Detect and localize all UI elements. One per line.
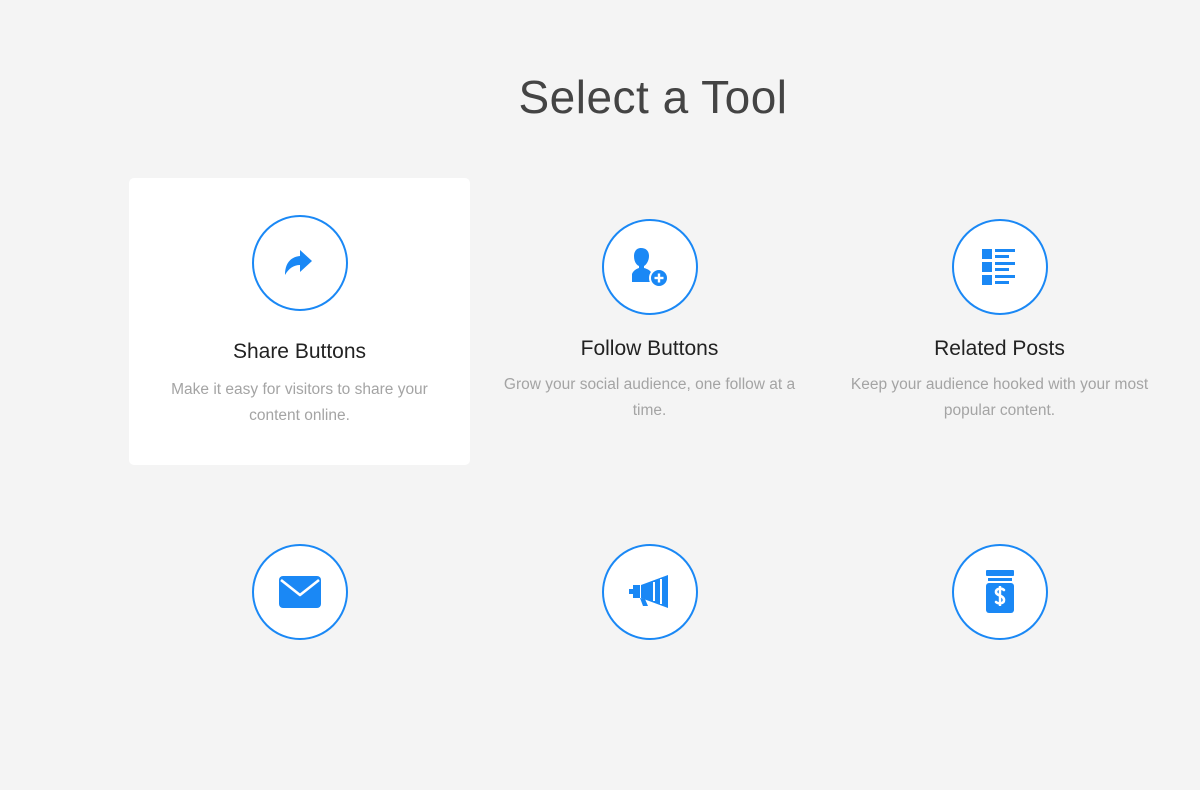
- tool-card-share-buttons[interactable]: Share Buttons Make it easy for visitors …: [129, 178, 470, 465]
- tool-card-email[interactable]: [129, 503, 470, 790]
- tool-name: Related Posts: [934, 337, 1065, 360]
- tool-description: Keep your audience hooked with your most…: [850, 376, 1149, 419]
- page-title: Select a Tool: [518, 71, 788, 123]
- megaphone-icon: [601, 544, 698, 640]
- add-follower-icon: [601, 219, 698, 315]
- list-icon: [951, 219, 1048, 315]
- tool-description: Grow your social audience, one follow at…: [503, 376, 796, 419]
- tool-description: Make it easy for visitors to share your …: [171, 381, 428, 424]
- money-jar-icon: [951, 544, 1048, 640]
- tool-name: Follow Buttons: [580, 337, 719, 360]
- envelope-icon: [251, 544, 348, 640]
- tool-card-money-jar[interactable]: [829, 503, 1170, 790]
- tool-card-follow-buttons[interactable]: Follow Buttons Grow your social audience…: [479, 178, 820, 465]
- tool-name: Share Buttons: [232, 340, 367, 363]
- share-arrow-icon: [251, 215, 348, 311]
- tool-card-megaphone[interactable]: [479, 503, 820, 790]
- tool-card-related-posts[interactable]: Related Posts Keep your audience hooked …: [829, 178, 1170, 465]
